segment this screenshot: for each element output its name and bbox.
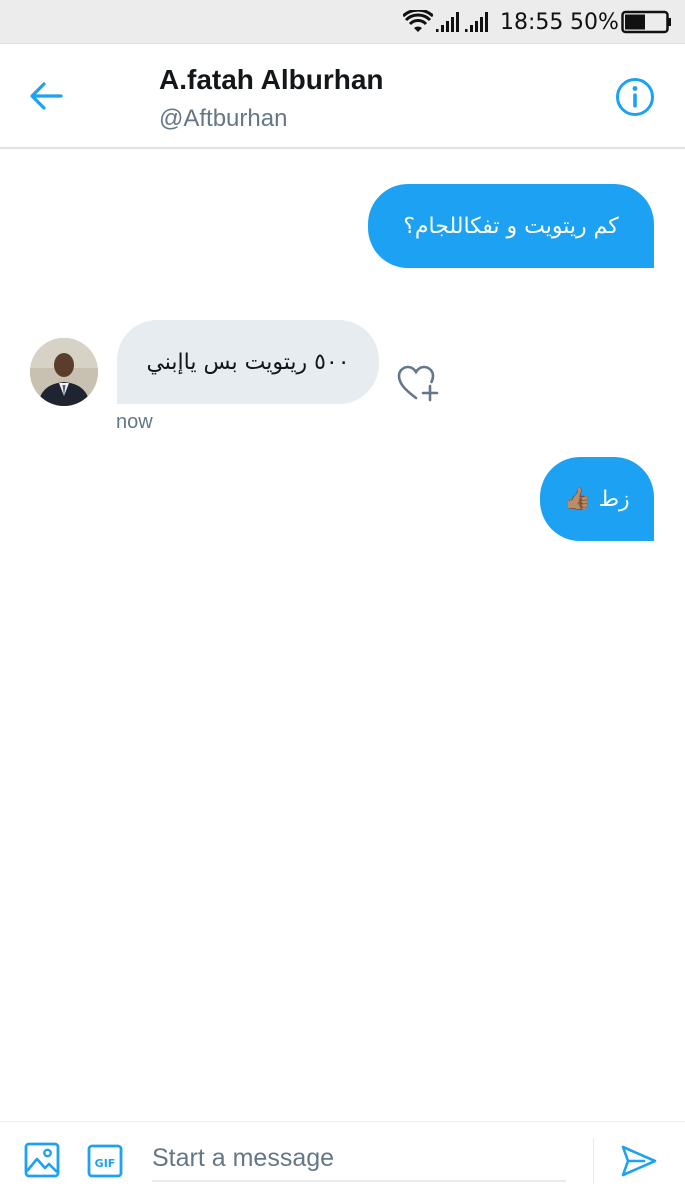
battery-percent: 50%: [570, 9, 619, 35]
status-time: 18:55: [500, 9, 564, 35]
signal-icon: [465, 0, 491, 44]
message-timestamp: now: [116, 411, 153, 433]
heart-plus-icon: [397, 365, 439, 402]
conversation-header: A.fatah Alburhan @Aftburhan: [0, 44, 685, 149]
contact-name[interactable]: A.fatah Alburhan: [159, 64, 384, 96]
wifi-icon: [403, 0, 433, 44]
image-icon: [24, 1142, 60, 1178]
composer-divider: [593, 1138, 594, 1184]
incoming-message[interactable]: ٥٠٠ ريتويت بس ياإبني: [117, 320, 379, 404]
back-button[interactable]: [24, 74, 68, 118]
avatar[interactable]: [30, 338, 98, 406]
signal-icon: [436, 0, 462, 44]
contact-handle[interactable]: @Aftburhan: [159, 105, 287, 133]
add-gif-button[interactable]: GIF: [87, 1143, 123, 1179]
status-bar: 18:55 50%: [0, 0, 685, 44]
like-button[interactable]: [396, 364, 440, 404]
battery-icon: [621, 0, 671, 44]
message-input[interactable]: [152, 1136, 566, 1182]
info-icon: [616, 78, 654, 116]
send-icon: [621, 1145, 657, 1177]
info-button[interactable]: [612, 74, 658, 120]
back-arrow-icon: [30, 82, 63, 110]
message-thread: كم ريتويت و تفكاللجام؟ ٥٠٠ ريتويت بس ياإ…: [0, 151, 685, 1121]
message-composer: GIF: [0, 1121, 685, 1200]
outgoing-message[interactable]: كم ريتويت و تفكاللجام؟: [368, 184, 654, 268]
send-button[interactable]: [620, 1142, 658, 1180]
svg-text:GIF: GIF: [95, 1157, 116, 1170]
add-photo-button[interactable]: [24, 1142, 60, 1178]
outgoing-message[interactable]: زط 👍🏽: [540, 457, 654, 541]
gif-icon: GIF: [87, 1144, 123, 1178]
